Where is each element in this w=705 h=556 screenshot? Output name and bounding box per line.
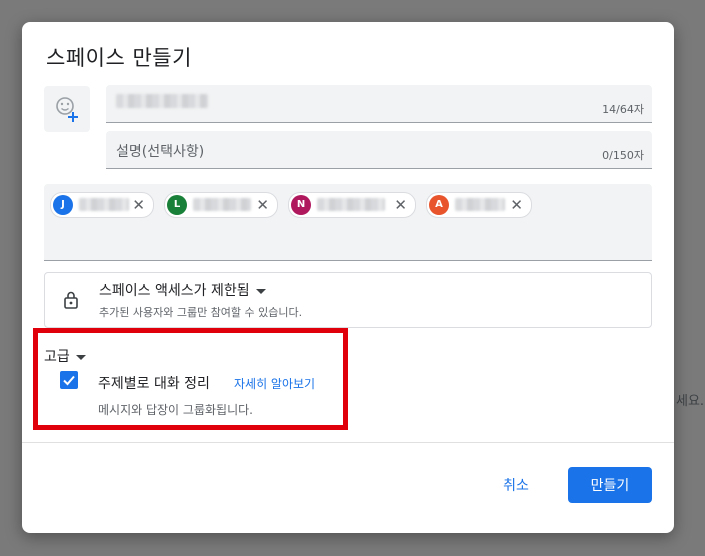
add-emoji-icon bbox=[56, 97, 78, 122]
close-icon[interactable]: ✕ bbox=[394, 195, 407, 215]
description-char-counter: 0/150자 bbox=[602, 149, 644, 162]
emoji-picker-button[interactable] bbox=[44, 86, 90, 132]
create-button[interactable]: 만들기 bbox=[568, 467, 652, 503]
person-chip: J ✕ bbox=[50, 192, 154, 218]
create-space-dialog: 스페이스 만들기 14/64자 설명(선택사항) 0/150자 J ✕ L ✕ … bbox=[22, 22, 674, 533]
divider bbox=[22, 442, 674, 443]
backdrop-text: 세요. bbox=[676, 394, 705, 409]
close-icon[interactable]: ✕ bbox=[510, 195, 523, 215]
chevron-down-icon bbox=[255, 288, 266, 294]
avatar: L bbox=[167, 195, 187, 215]
access-title-text: 스페이스 액세스가 제한됨 bbox=[99, 283, 250, 299]
dialog-title: 스페이스 만들기 bbox=[46, 46, 192, 70]
access-setting[interactable]: 스페이스 액세스가 제한됨 추가된 사용자와 그룹만 참여할 수 있습니다. bbox=[44, 272, 652, 328]
person-chip: L ✕ bbox=[164, 192, 278, 218]
close-icon[interactable]: ✕ bbox=[132, 195, 145, 215]
redacted-name bbox=[317, 198, 385, 211]
avatar: A bbox=[429, 195, 449, 215]
description-placeholder: 설명(선택사항) bbox=[116, 144, 205, 160]
access-title: 스페이스 액세스가 제한됨 bbox=[99, 280, 266, 300]
person-chip: N ✕ bbox=[288, 192, 416, 218]
redacted-name bbox=[79, 198, 129, 211]
redacted-name bbox=[193, 198, 251, 211]
access-subtitle: 추가된 사용자와 그룹만 참여할 수 있습니다. bbox=[99, 306, 303, 319]
cancel-button[interactable]: 취소 bbox=[488, 468, 544, 502]
space-name-input[interactable]: 14/64자 bbox=[106, 85, 652, 123]
avatar: N bbox=[291, 195, 311, 215]
person-chip: A ✕ bbox=[426, 192, 532, 218]
name-char-counter: 14/64자 bbox=[602, 103, 644, 116]
lock-icon bbox=[64, 291, 78, 309]
avatar: J bbox=[53, 195, 73, 215]
close-icon[interactable]: ✕ bbox=[256, 195, 269, 215]
highlight-annotation bbox=[33, 328, 348, 430]
redacted-name bbox=[455, 198, 505, 211]
people-input[interactable]: J ✕ L ✕ N ✕ A ✕ bbox=[44, 184, 652, 261]
description-input[interactable]: 설명(선택사항) 0/150자 bbox=[106, 131, 652, 169]
redacted-space-name bbox=[116, 94, 208, 108]
